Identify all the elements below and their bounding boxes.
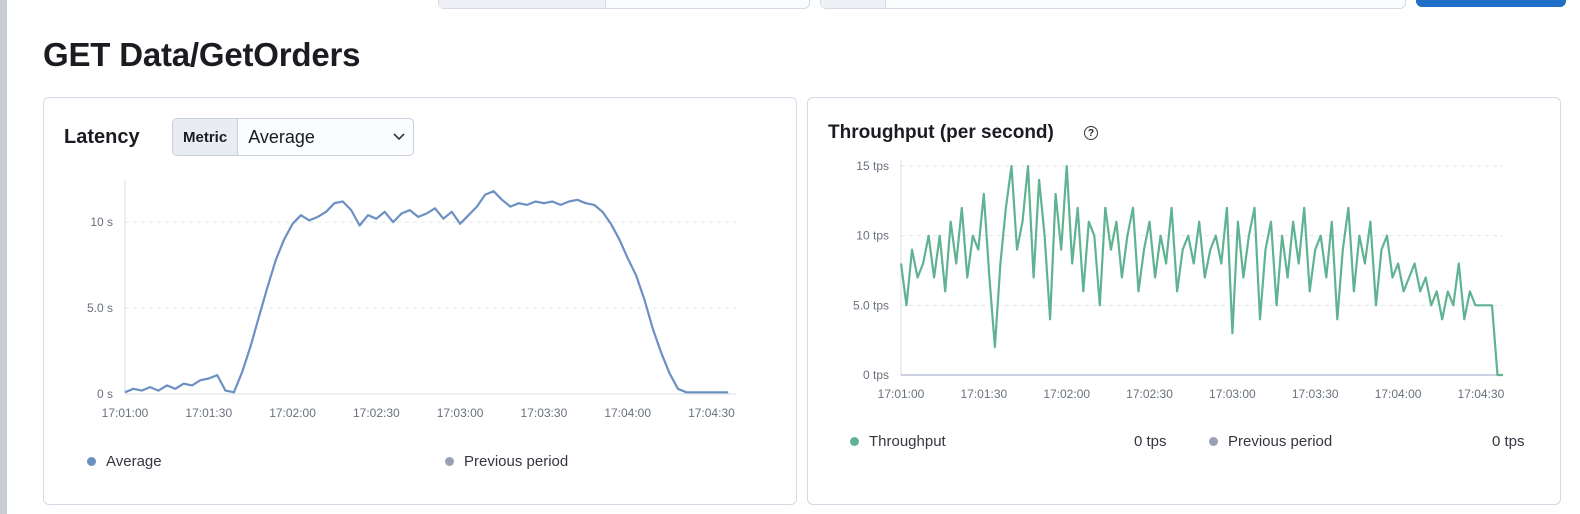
y-tick-label: 5.0 tps bbox=[853, 298, 889, 312]
x-tick-label: 17:02:30 bbox=[1126, 387, 1173, 401]
y-tick-label: 10 s bbox=[90, 215, 113, 229]
legend-average-label: Average bbox=[106, 453, 162, 470]
x-tick-label: 17:04:30 bbox=[688, 406, 735, 420]
legend-previous-throughput-value: 0 tps bbox=[1492, 433, 1525, 450]
x-tick-label: 17:01:30 bbox=[185, 406, 232, 420]
x-tick-label: 17:03:30 bbox=[1292, 387, 1339, 401]
top-date-picker[interactable] bbox=[438, 0, 810, 9]
latency-chart: 0 s 5.0 s 10 s 17:01:00 17:01:30 17:02:00 17:0… bbox=[87, 180, 736, 420]
x-tick-label: 17:02:00 bbox=[269, 406, 316, 420]
legend-average[interactable]: Average bbox=[87, 453, 162, 470]
x-tick-label: 17:02:00 bbox=[1043, 387, 1090, 401]
y-tick-label: 5.0 s bbox=[87, 301, 113, 315]
y-tick-label: 0 s bbox=[97, 387, 113, 401]
x-tick-label: 17:01:00 bbox=[878, 387, 925, 401]
legend-previous-throughput-label: Previous period bbox=[1228, 433, 1333, 450]
x-tick-label: 17:01:00 bbox=[102, 406, 149, 420]
legend-previous-dot bbox=[445, 457, 454, 466]
x-tick-label: 17:04:30 bbox=[1458, 387, 1505, 401]
legend-throughput-dot bbox=[850, 437, 859, 446]
legend-throughput[interactable]: Throughput bbox=[850, 433, 946, 450]
left-rail bbox=[0, 0, 7, 514]
legend-previous-period[interactable]: Previous period bbox=[445, 453, 568, 470]
x-tick-label: 17:03:30 bbox=[521, 406, 568, 420]
throughput-chart: 0 tps 5.0 tps 10 tps 15 tps 17:01:00 17:01:30… bbox=[853, 159, 1505, 401]
y-tick-label: 10 tps bbox=[856, 229, 889, 243]
y-tick-label: 15 tps bbox=[856, 159, 889, 173]
x-tick-label: 17:03:00 bbox=[437, 406, 484, 420]
y-tick-label: 0 tps bbox=[863, 368, 889, 382]
series-line-average bbox=[124, 190, 729, 394]
page-title: GET Data/GetOrders bbox=[43, 36, 361, 73]
x-tick-label: 17:03:00 bbox=[1209, 387, 1256, 401]
series-line-throughput bbox=[899, 164, 1503, 377]
x-tick-label: 17:04:00 bbox=[604, 406, 651, 420]
top-search-prepend bbox=[821, 0, 886, 8]
top-date-picker-prepend bbox=[439, 0, 606, 8]
top-primary-button[interactable] bbox=[1416, 0, 1566, 7]
top-search-field[interactable] bbox=[820, 0, 1406, 9]
latency-panel: Latency Metric Average 0 s 5.0 s 10 s 17:01… bbox=[43, 97, 797, 505]
x-tick-label: 17:02:30 bbox=[353, 406, 400, 420]
x-tick-label: 17:04:00 bbox=[1375, 387, 1422, 401]
legend-average-dot bbox=[87, 457, 96, 466]
legend-throughput-label: Throughput bbox=[869, 433, 946, 450]
throughput-panel: Throughput (per second) ? 0 tps 5.0 tps 10… bbox=[807, 97, 1561, 505]
legend-previous-throughput-dot bbox=[1209, 437, 1218, 446]
x-tick-label: 17:01:30 bbox=[960, 387, 1007, 401]
legend-previous-period-throughput[interactable]: Previous period bbox=[1209, 433, 1332, 450]
legend-throughput-value: 0 tps bbox=[1134, 433, 1167, 450]
legend-previous-label: Previous period bbox=[464, 453, 569, 470]
